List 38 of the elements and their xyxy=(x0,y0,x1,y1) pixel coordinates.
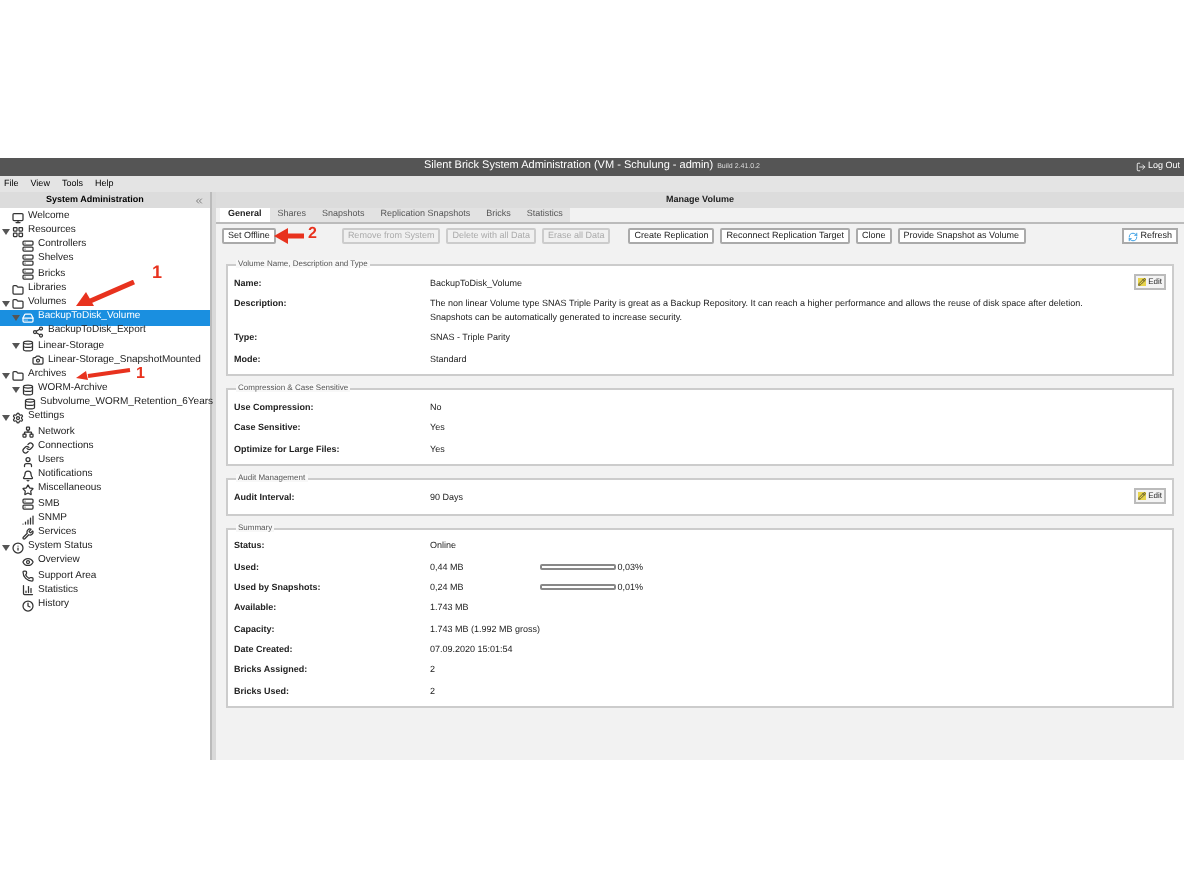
welcome-icon xyxy=(12,211,24,224)
expander-icon[interactable] xyxy=(2,371,10,380)
expander-icon[interactable] xyxy=(2,414,10,423)
annotation-arrow xyxy=(76,280,136,308)
settings-icon xyxy=(12,412,24,425)
annotation-number: 1 xyxy=(136,366,145,382)
expander-icon[interactable] xyxy=(2,227,10,236)
share-icon xyxy=(32,326,44,339)
annotation-arrow xyxy=(76,368,132,380)
expander-icon[interactable] xyxy=(12,385,20,394)
pencil-icon xyxy=(1138,278,1147,286)
annotation-arrow xyxy=(274,228,306,244)
info-icon xyxy=(12,541,24,554)
network-icon xyxy=(22,426,34,439)
eye-icon xyxy=(22,556,34,569)
server-icon xyxy=(22,498,34,511)
link-icon xyxy=(22,441,34,454)
phone-icon xyxy=(22,570,34,583)
expander-icon[interactable] xyxy=(2,299,10,308)
camera-icon xyxy=(32,354,44,367)
grid-icon xyxy=(12,225,24,238)
logout-icon xyxy=(1135,162,1146,172)
pencil-icon xyxy=(1138,492,1147,501)
refresh-icon xyxy=(1128,231,1139,241)
wrench-icon xyxy=(22,527,34,540)
expander-icon[interactable] xyxy=(12,342,20,351)
chart-icon xyxy=(22,584,34,597)
drive-icon xyxy=(22,311,34,324)
bell-icon xyxy=(22,469,34,482)
signal-icon xyxy=(22,513,34,526)
star-icon xyxy=(22,484,34,497)
expander-icon[interactable] xyxy=(2,543,10,552)
folder-icon xyxy=(12,369,24,382)
user-icon xyxy=(22,455,34,468)
annotation-number: 1 xyxy=(152,264,163,282)
clock-icon xyxy=(22,599,34,612)
database-icon xyxy=(22,340,34,353)
annotation-number: 2 xyxy=(308,226,317,242)
